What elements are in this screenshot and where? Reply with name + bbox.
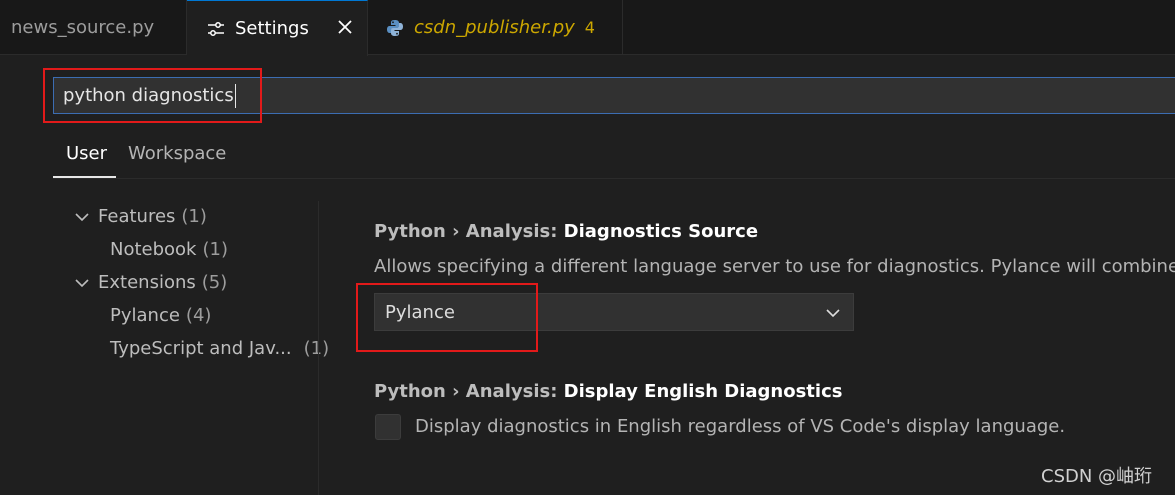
toc-label: TypeScript and Jav... — [110, 338, 292, 359]
toc-item-pylance[interactable]: Pylance (4) — [110, 305, 211, 326]
toc-item-notebook[interactable]: Notebook (1) — [110, 239, 228, 260]
settings-search-input[interactable]: python diagnostics — [53, 77, 1175, 114]
active-tab-indicator — [53, 176, 116, 178]
close-icon[interactable] — [336, 18, 354, 36]
tab-settings[interactable]: Settings — [187, 0, 368, 56]
tab-label: csdn_publisher.py — [414, 17, 575, 38]
setting-name: Display English Diagnostics — [563, 381, 843, 402]
toc-label: Pylance — [110, 305, 180, 326]
setting-title-diagnostics-source: Python › Analysis: Diagnostics Source — [374, 221, 758, 242]
toc-label: Features — [98, 206, 176, 227]
toc-count: (1) — [181, 206, 207, 227]
diagnostics-source-select[interactable]: Pylance — [374, 293, 854, 331]
toc-divider — [318, 201, 319, 495]
setting-title-display-english: Python › Analysis: Display English Diagn… — [374, 381, 842, 402]
setting-category: Python › Analysis: — [374, 221, 564, 242]
scope-tab-divider — [53, 178, 1175, 179]
setting-name: Diagnostics Source — [563, 221, 759, 242]
tab-label: news_source.py — [11, 17, 155, 38]
text-caret — [234, 83, 236, 108]
toc-count: (5) — [201, 272, 228, 293]
setting-category: Python › Analysis: — [374, 381, 564, 402]
chevron-down-icon[interactable] — [74, 275, 90, 291]
search-input-value: python diagnostics — [63, 85, 234, 106]
toc-count: (4) — [185, 305, 212, 326]
toc-label: Notebook — [110, 239, 197, 260]
settings-editor: news_source.py Settings csdn_publisher.p… — [0, 0, 1175, 495]
toc-count: (1) — [202, 239, 228, 260]
toc-item-extensions[interactable]: Extensions (5) — [74, 272, 227, 293]
toc-label: Extensions — [98, 272, 196, 293]
checkbox-label: Display diagnostics in English regardles… — [415, 416, 1066, 437]
chevron-down-icon — [826, 309, 840, 318]
editor-tab-bar: news_source.py Settings csdn_publisher.p… — [0, 0, 1175, 56]
toc-item-features[interactable]: Features (1) — [74, 206, 207, 227]
python-file-icon — [387, 19, 403, 36]
display-english-checkbox[interactable] — [375, 414, 401, 440]
problems-count-badge: 4 — [584, 18, 595, 37]
tab-news-source[interactable]: news_source.py — [0, 0, 187, 55]
tab-csdn-publisher[interactable]: csdn_publisher.py 4 — [368, 0, 623, 55]
tab-label: Settings — [235, 18, 309, 39]
chevron-down-icon[interactable] — [74, 209, 90, 225]
select-value: Pylance — [385, 301, 455, 323]
toc-count: (1) — [303, 338, 330, 359]
toc-item-typescript[interactable]: TypeScript and Jav... (1) — [110, 338, 329, 359]
setting-description: Allows specifying a different language s… — [374, 256, 1175, 277]
tab-workspace[interactable]: Workspace — [128, 143, 226, 164]
settings-sliders-icon — [208, 21, 224, 36]
tab-user[interactable]: User — [66, 143, 107, 164]
watermark: CSDN @岫珩 — [1041, 466, 1153, 487]
